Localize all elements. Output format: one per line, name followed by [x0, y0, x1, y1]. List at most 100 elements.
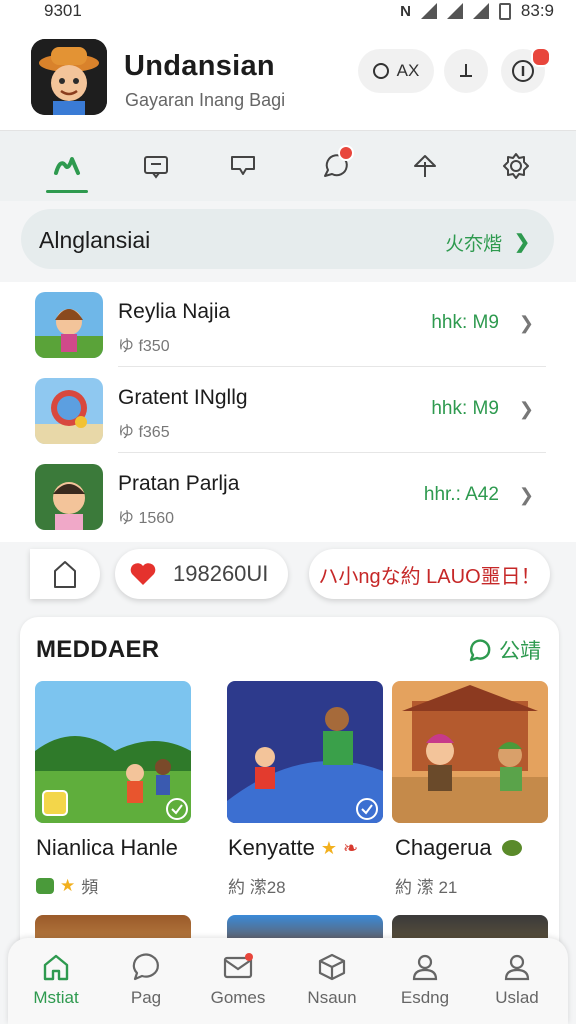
tile-meta: 約 潆28 — [228, 878, 286, 897]
section-header[interactable]: Alnglansiai 火夵煯 ❯ — [21, 209, 554, 269]
tab-app-logo[interactable] — [50, 149, 84, 183]
tab-inbox[interactable] — [139, 149, 173, 183]
promo-chip[interactable]: ハ小ngな約 LAUO噩日！ — [309, 549, 550, 599]
list-item[interactable]: Pratan Parlja ゆ 1560 hhr.: A42 ❯ — [0, 454, 576, 539]
signal-icon — [446, 3, 463, 19]
app-logo-icon — [54, 157, 80, 175]
game-title: Pratan Parlja — [118, 472, 240, 495]
nav-item-chat[interactable]: Pag — [106, 952, 186, 1008]
home-chip-button[interactable] — [30, 549, 100, 599]
home-outline-icon — [54, 561, 76, 588]
status-battery-text: 83:9 — [520, 1, 554, 20]
game-thumbnail — [35, 464, 103, 530]
nav-item-home[interactable]: Mstiat — [16, 952, 96, 1008]
user-icon — [412, 954, 438, 981]
game-tile-image[interactable] — [392, 681, 548, 823]
tile-title: Chagerua — [395, 835, 492, 860]
tile-meta: 約 潆 21 — [395, 878, 458, 897]
chevron-right-icon: ❯ — [518, 484, 534, 505]
pin-button[interactable] — [444, 49, 488, 93]
pin-icon — [460, 64, 472, 77]
game-meta: ゆ f365 — [118, 424, 170, 441]
nav-label: Gomes — [210, 988, 266, 1007]
app-subtitle: Gayaran Inang Bagi — [125, 90, 286, 110]
avatar[interactable] — [31, 39, 107, 115]
inbox-icon — [144, 156, 168, 179]
card-more-label: 公靖 — [499, 640, 541, 663]
game-stat: hhk: M9 — [431, 398, 499, 419]
chevron-right-icon: ❯ — [518, 398, 534, 419]
gift-icon — [36, 877, 54, 894]
game-meta: ゆ 1560 — [118, 510, 175, 527]
bottom-navigation: Mstiat Pag Gomes Nsaun Esdng Uslad — [8, 938, 568, 1024]
battery-icon — [498, 2, 511, 20]
message-icon — [231, 156, 255, 175]
wifi-icon — [420, 3, 437, 19]
notification-badge — [531, 47, 551, 67]
app-header: Undansian Gayaran Inang Bagi AX — [0, 24, 576, 131]
game-tile-image[interactable] — [227, 681, 383, 823]
home-icon — [43, 954, 69, 981]
tab-settings[interactable] — [499, 149, 533, 183]
pill-button-label: AX — [396, 61, 420, 80]
section-link-label: 火夵煯 — [445, 234, 503, 255]
tile-title: Nianlica Hanle — [36, 835, 178, 860]
game-stat: hhr.: A42 — [423, 484, 499, 505]
chevron-right-icon: ❯ — [514, 232, 530, 253]
nav-item-mail[interactable]: Gomes — [198, 952, 278, 1008]
game-thumbnail — [35, 292, 103, 358]
game-list: Reylia Najia ゆ f350 hhk: M9 ❯ Gratent INg… — [0, 282, 576, 542]
nav-label: Esdng — [400, 988, 450, 1007]
nav-label: Nsaun — [307, 988, 357, 1007]
tile-title: Kenyatte — [228, 835, 315, 860]
game-thumbnail — [35, 378, 103, 444]
nav-item-profile[interactable]: Esdng — [385, 952, 465, 1008]
star-icon: ★ — [320, 837, 337, 858]
game-title: Gratent INgllg — [118, 386, 248, 409]
status-bar: 9301 N 83:9 — [0, 0, 576, 24]
game-title: Reylia Najia — [118, 300, 231, 323]
section-link[interactable]: 火夵煯 ❯ — [445, 229, 530, 256]
signal-icon — [472, 3, 489, 19]
nav-item-box[interactable]: Nsaun — [292, 952, 372, 1008]
turtle-icon — [501, 840, 522, 856]
section-label: Alnglansiai — [39, 227, 151, 253]
list-item[interactable]: Gratent INgllg ゆ f365 hhk: M9 ❯ — [0, 368, 576, 453]
card-more-link[interactable]: 公靖 — [467, 635, 541, 665]
game-tile-image[interactable] — [35, 681, 191, 823]
heart-icon — [130, 563, 156, 585]
likes-count: 198260UI — [173, 561, 269, 586]
pill-button[interactable]: AX — [358, 49, 434, 93]
nav-label: Pag — [130, 988, 162, 1007]
account-icon — [504, 954, 530, 981]
tab-chat[interactable] — [318, 145, 354, 183]
nav-item-account[interactable]: Uslad — [477, 952, 557, 1008]
star-icon: ★ — [60, 875, 76, 895]
tile-meta: 頻 — [81, 878, 99, 897]
nav-label: Mstiat — [33, 988, 79, 1007]
card-title: MEDDAER — [36, 636, 160, 663]
app-title: Undansian — [124, 50, 275, 82]
chat-badge — [338, 145, 354, 161]
upload-arrow-icon — [414, 155, 436, 177]
list-item[interactable]: Reylia Najia ゆ f350 hhk: M9 ❯ — [0, 282, 576, 367]
chevron-right-icon: ❯ — [518, 312, 534, 333]
game-meta: ゆ f350 — [118, 338, 170, 355]
box-icon — [318, 953, 346, 981]
likes-chip[interactable]: 198260UI — [115, 549, 288, 599]
nfc-icon: N — [400, 2, 411, 20]
active-tab-indicator — [46, 190, 88, 193]
chat-icon — [132, 953, 159, 981]
promo-text: ハ小ngな約 LAUO噩日！ — [318, 565, 541, 588]
chili-icon: ❧ — [342, 837, 359, 858]
info-button[interactable] — [501, 47, 551, 93]
chat-outline-icon — [469, 639, 491, 662]
tab-message[interactable] — [226, 149, 260, 183]
divider — [118, 452, 546, 453]
mail-icon — [223, 953, 253, 979]
circle-icon — [372, 63, 389, 79]
nav-label: Uslad — [495, 988, 539, 1007]
tab-upload[interactable] — [408, 149, 442, 183]
divider — [118, 366, 546, 367]
settings-gear-icon — [503, 153, 529, 179]
